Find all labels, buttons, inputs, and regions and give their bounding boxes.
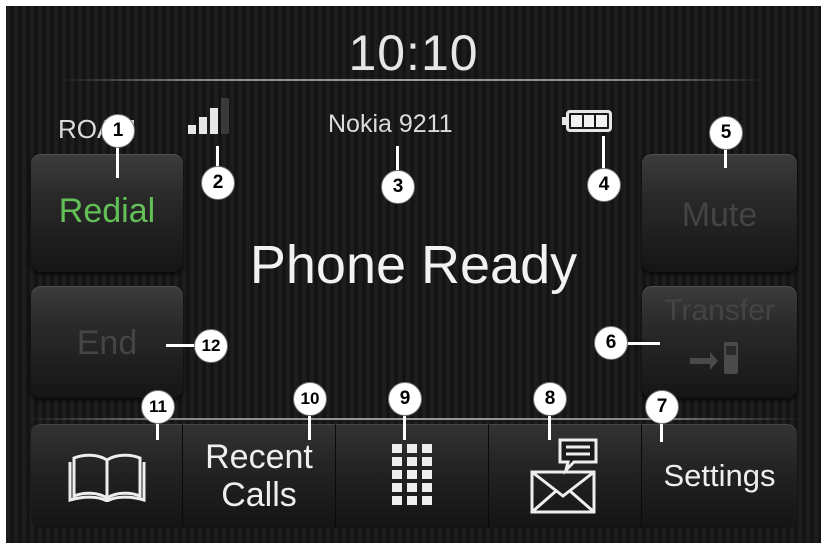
recent-calls-label-line1: Recent: [205, 438, 313, 476]
recent-calls-button[interactable]: Recent Calls: [183, 424, 336, 528]
envelope-message-icon: [530, 438, 598, 514]
callout-10-leader: [308, 416, 311, 440]
book-icon: [68, 453, 145, 502]
phonebook-button[interactable]: [31, 424, 183, 528]
callout-7: 7: [645, 390, 679, 424]
device-name: Nokia 9211: [328, 110, 453, 138]
callout-10: 10: [293, 382, 327, 416]
callout-8: 8: [533, 382, 567, 416]
callout-6: 6: [594, 326, 628, 360]
callout-1-leader: [116, 146, 119, 178]
end-button[interactable]: End: [31, 286, 183, 398]
bottom-divider: [26, 418, 801, 420]
keypad-button[interactable]: [336, 424, 489, 528]
redial-label: Redial: [58, 192, 156, 230]
settings-label: Settings: [663, 458, 776, 493]
battery-icon: [562, 110, 612, 132]
transfer-label: Transfer: [664, 294, 775, 327]
callout-4: 4: [587, 168, 621, 202]
recent-calls-label-line2: Calls: [221, 476, 297, 514]
header-divider: [61, 79, 766, 81]
callout-2: 2: [201, 166, 235, 200]
settings-button[interactable]: Settings: [642, 424, 797, 528]
end-label: End: [76, 324, 138, 362]
keypad-icon: [392, 444, 432, 505]
phone-screen: 10:10 ROAM Nokia 9211 Phone Ready Redial…: [6, 6, 821, 543]
callout-5: 5: [709, 116, 743, 150]
clock: 10:10: [348, 25, 479, 81]
transfer-phone-icon: [690, 342, 738, 374]
signal-strength-icon: [188, 98, 232, 134]
callout-3: 3: [381, 170, 415, 204]
mute-button[interactable]: Mute: [642, 154, 797, 272]
callout-9: 9: [388, 382, 422, 416]
callout-1: 1: [101, 114, 135, 148]
callout-11: 11: [141, 390, 175, 424]
mute-label: Mute: [681, 196, 758, 234]
redial-button[interactable]: Redial: [31, 154, 183, 272]
callout-9-leader: [403, 416, 406, 440]
messaging-button[interactable]: [489, 424, 642, 528]
callout-12: 12: [194, 329, 228, 363]
transfer-button[interactable]: Transfer: [642, 286, 797, 398]
callout-8-leader: [548, 416, 551, 440]
